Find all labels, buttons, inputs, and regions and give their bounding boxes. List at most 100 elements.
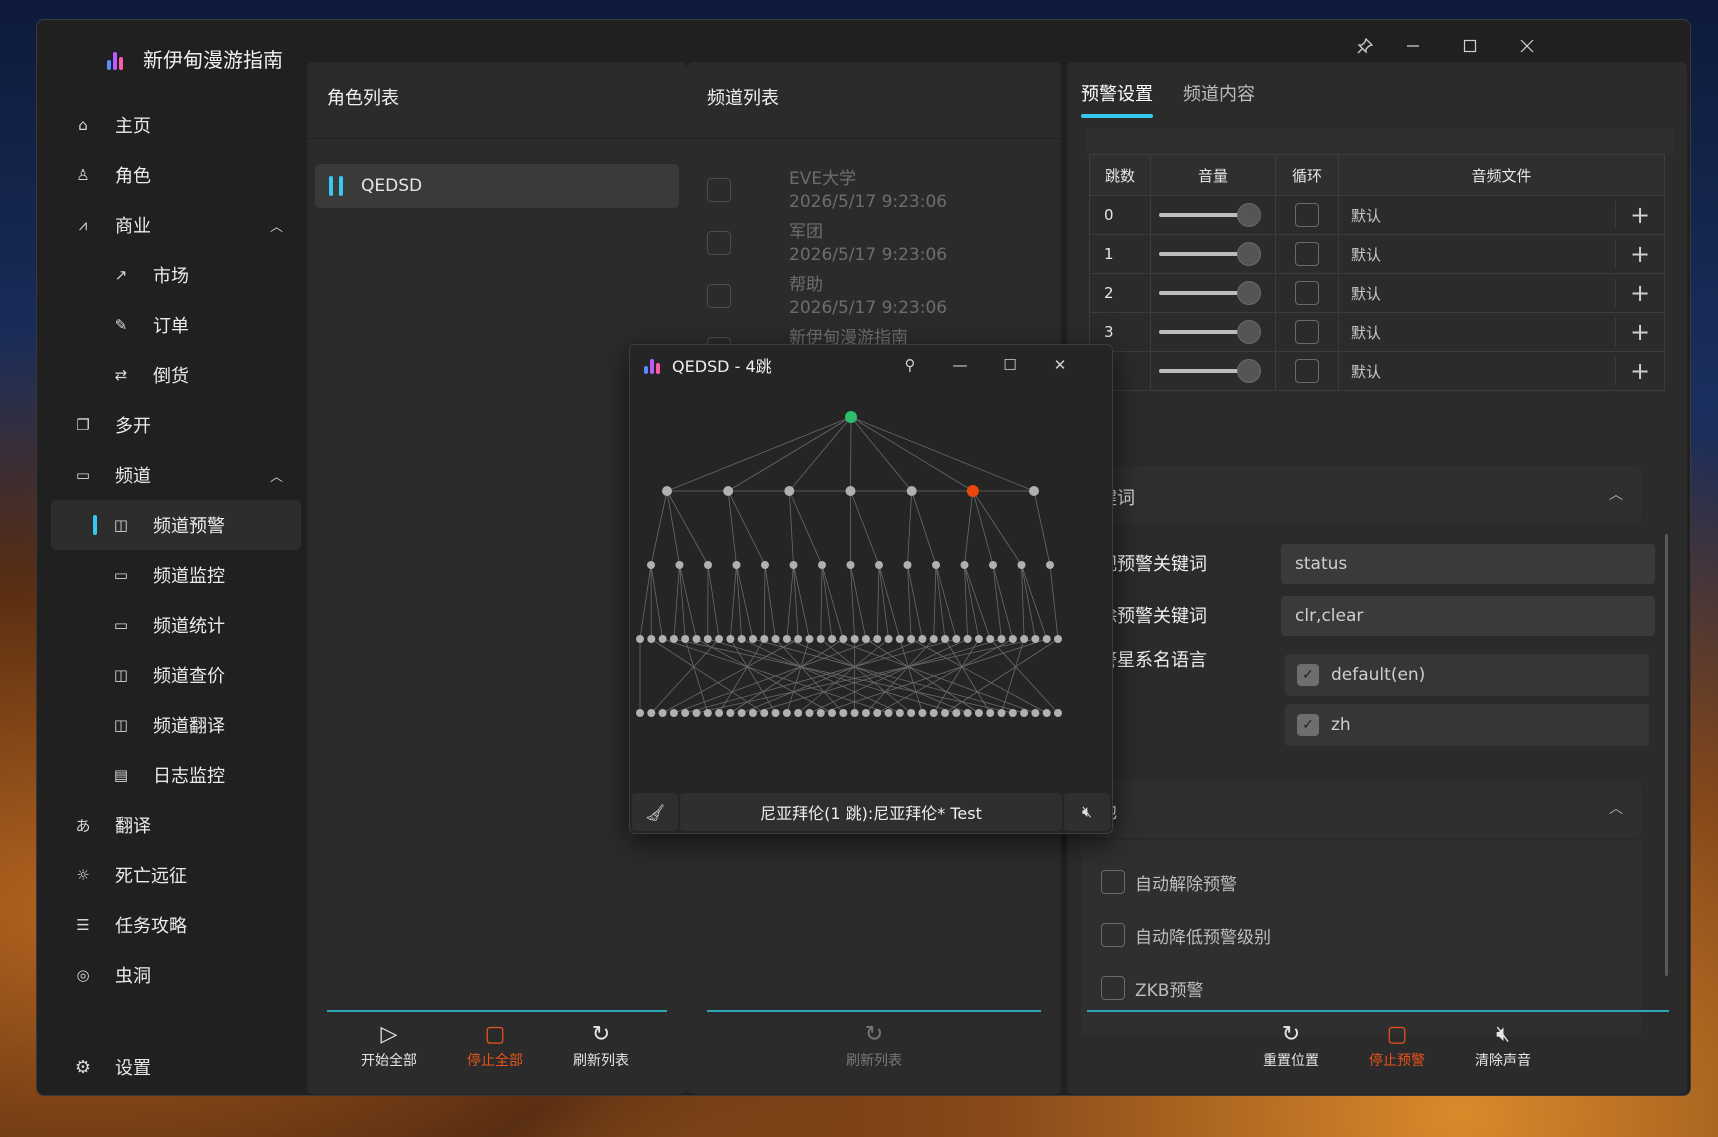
sidebar-item-1[interactable]: ♙ 角色	[51, 150, 301, 200]
mute-icon[interactable]: 🔇︎	[1064, 793, 1110, 831]
system-node[interactable]	[1029, 486, 1039, 496]
system-node[interactable]	[737, 635, 746, 643]
system-node[interactable]	[760, 635, 769, 643]
system-node[interactable]	[1031, 709, 1040, 717]
checkbox[interactable]	[707, 178, 731, 202]
checkbox[interactable]	[1101, 923, 1125, 947]
start-all-button[interactable]: ▷ 开始全部	[339, 1024, 439, 1070]
system-node[interactable]	[703, 709, 712, 717]
sidebar-item-9[interactable]: ▭ 频道监控	[51, 550, 301, 600]
add-icon[interactable]: +	[1615, 240, 1664, 268]
system-node[interactable]	[805, 709, 814, 717]
system-node[interactable]	[647, 561, 655, 569]
system-node[interactable]	[681, 635, 690, 643]
system-node[interactable]	[675, 561, 684, 569]
system-node[interactable]	[873, 709, 882, 717]
add-icon[interactable]: +	[1615, 318, 1664, 346]
add-icon[interactable]: +	[1615, 279, 1664, 307]
system-node[interactable]	[861, 635, 870, 643]
system-node[interactable]	[726, 709, 735, 717]
system-node[interactable]	[839, 635, 848, 643]
system-node[interactable]	[1008, 709, 1017, 717]
system-node[interactable]	[1042, 635, 1051, 643]
maximize-icon[interactable]	[1450, 28, 1490, 64]
close-icon[interactable]: ✕	[1040, 349, 1080, 381]
sidebar-item-0[interactable]: ⌂ 主页	[51, 100, 301, 150]
volume-slider[interactable]	[1159, 359, 1261, 383]
checkbox[interactable]	[1101, 976, 1125, 1000]
system-node[interactable]	[737, 709, 746, 717]
system-node[interactable]	[906, 486, 917, 496]
sidebar-item-7[interactable]: ▭ 频道 ︿	[51, 450, 301, 500]
system-node[interactable]	[839, 709, 848, 717]
reset-position-button[interactable]: ↻ 重置位置	[1241, 1024, 1341, 1070]
system-node[interactable]	[903, 561, 912, 569]
clear-keyword-input[interactable]: clr,clear	[1281, 596, 1655, 636]
system-node[interactable]	[932, 561, 940, 569]
close-icon[interactable]	[1507, 28, 1547, 64]
tab-channel-content[interactable]: 频道内容	[1183, 80, 1255, 118]
system-node[interactable]	[748, 709, 757, 717]
system-node[interactable]	[941, 635, 950, 643]
loop-checkbox[interactable]	[1295, 281, 1319, 305]
stop-alert-button[interactable]: ▢ 停止预警	[1347, 1024, 1447, 1070]
system-node[interactable]	[828, 635, 837, 643]
system-node[interactable]	[760, 709, 769, 717]
sidebar-item-14[interactable]: あ 翻译	[51, 800, 301, 850]
sidebar-item-2[interactable]: ⩘ 商业 ︿	[51, 200, 301, 250]
system-node[interactable]	[715, 635, 724, 643]
system-node[interactable]	[974, 709, 983, 717]
system-node[interactable]	[681, 709, 690, 717]
auto-lower-level-option[interactable]: 自动降低预警级别	[1101, 921, 1271, 949]
system-node[interactable]	[636, 709, 644, 717]
language-option-default[interactable]: ✓ default(en)	[1285, 654, 1649, 696]
system-node[interactable]	[636, 635, 644, 643]
stop-all-button[interactable]: ▢ 停止全部	[445, 1024, 545, 1070]
system-node[interactable]	[941, 709, 950, 717]
system-node[interactable]	[771, 635, 780, 643]
system-node[interactable]	[895, 709, 904, 717]
volume-slider[interactable]	[1159, 203, 1261, 227]
pin-icon[interactable]: ⚲	[890, 349, 930, 381]
sidebar-item-5[interactable]: ⇄ 倒货	[51, 350, 301, 400]
system-node[interactable]	[850, 635, 859, 643]
system-node[interactable]	[647, 635, 656, 643]
system-node[interactable]	[771, 709, 780, 717]
system-node[interactable]	[986, 635, 995, 643]
auto-clear-alert-option[interactable]: 自动解除预警	[1101, 868, 1237, 896]
system-node[interactable]	[1020, 635, 1029, 643]
role-item[interactable]: QEDSD	[315, 164, 679, 208]
system-node[interactable]	[884, 635, 893, 643]
sidebar-item-settings[interactable]: ⚙ 设置	[51, 1042, 151, 1092]
sidebar-item-11[interactable]: ◫ 频道查价	[51, 650, 301, 700]
sidebar-item-15[interactable]: ☼ 死亡远征	[51, 850, 301, 900]
volume-slider[interactable]	[1159, 242, 1261, 266]
system-node[interactable]	[963, 709, 972, 717]
alert-system-node[interactable]	[966, 485, 979, 497]
system-node[interactable]	[669, 709, 678, 717]
system-node[interactable]	[846, 561, 855, 569]
system-node[interactable]	[669, 635, 678, 643]
loop-checkbox[interactable]	[1295, 359, 1319, 383]
system-node[interactable]	[692, 709, 701, 717]
current-system-node[interactable]	[845, 411, 857, 423]
system-node[interactable]	[723, 486, 734, 496]
sidebar-item-13[interactable]: ▤ 日志监控	[51, 750, 301, 800]
chevron-up-icon[interactable]: ︿	[270, 216, 283, 235]
system-node[interactable]	[789, 561, 798, 569]
system-node[interactable]	[997, 635, 1006, 643]
system-node[interactable]	[794, 709, 803, 717]
system-node[interactable]	[873, 635, 882, 643]
system-node[interactable]	[704, 561, 712, 569]
checkbox[interactable]	[1101, 870, 1125, 894]
system-node[interactable]	[658, 709, 667, 717]
channel-item[interactable]: EVE大学 2026/5/17 9:23:06	[707, 162, 1047, 220]
system-node[interactable]	[1020, 709, 1029, 717]
system-node[interactable]	[1046, 561, 1054, 569]
other-section-header[interactable]: 其他 ︿	[1081, 780, 1641, 838]
system-node[interactable]	[875, 561, 883, 569]
system-node[interactable]	[918, 709, 927, 717]
system-node[interactable]	[1054, 635, 1062, 643]
chevron-up-icon[interactable]: ︿	[270, 466, 283, 485]
volume-slider[interactable]	[1159, 281, 1261, 305]
